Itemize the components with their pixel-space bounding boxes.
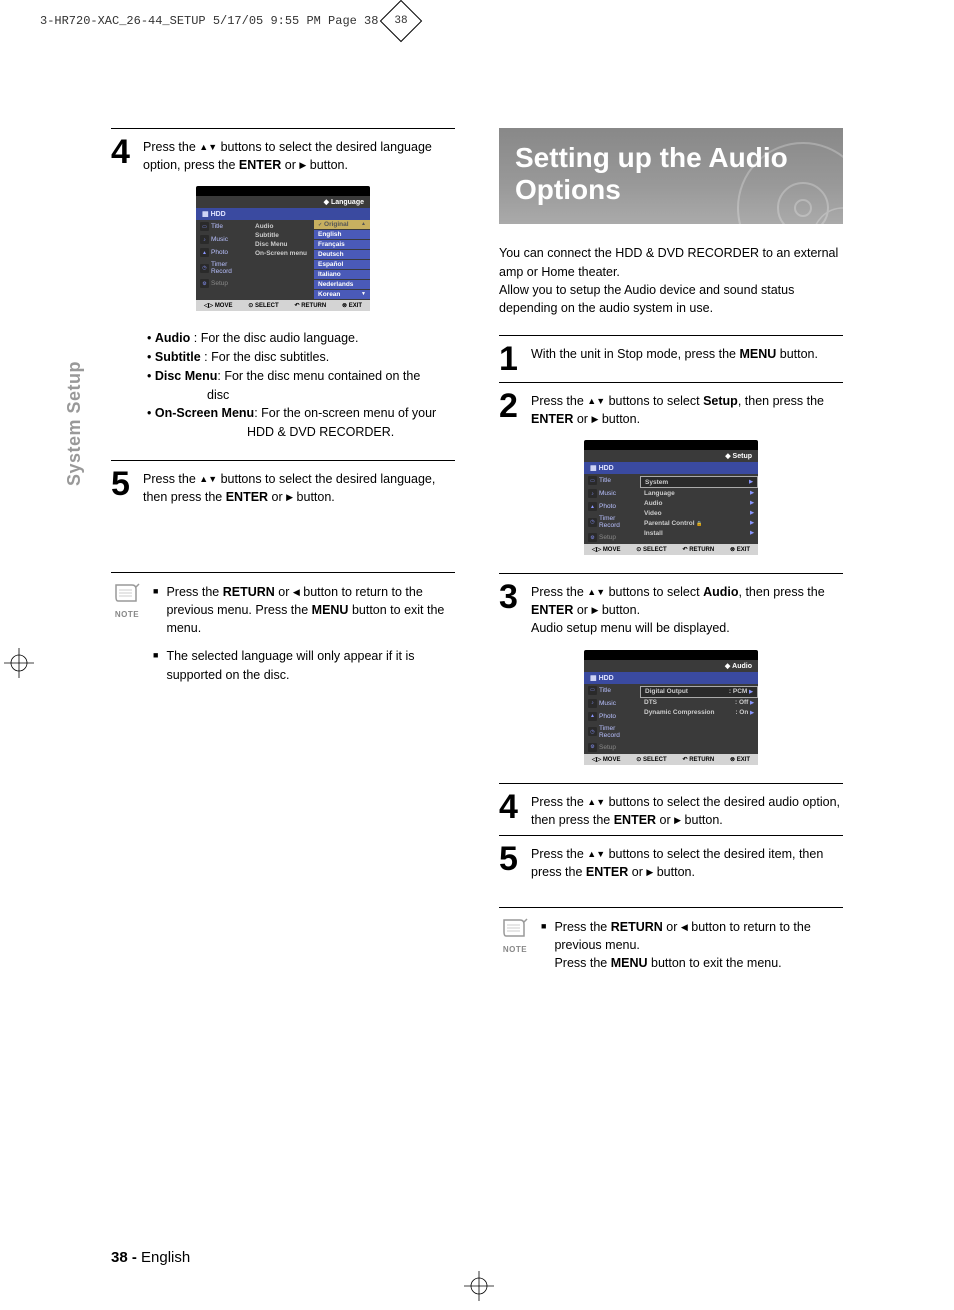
right-column: Setting up the Audio Options You can con… xyxy=(499,128,843,982)
rule xyxy=(111,572,455,573)
osd-audio-rows: Digital Output: PCM ▶ DTS: Off ▶ Dynamic… xyxy=(640,684,758,754)
osd-categories: Audio Subtitle Disc Menu On-Screen menu xyxy=(252,220,314,300)
left-icon: ◀ xyxy=(681,922,688,932)
step-3: 3 Press the ▲▼ buttons to select Audio, … xyxy=(499,580,843,637)
registration-mark-bottom xyxy=(464,1271,494,1306)
up-down-icon: ▲▼ xyxy=(199,474,217,484)
step-text: Press the ▲▼ buttons to select the desir… xyxy=(143,467,455,506)
up-down-icon: ▲▼ xyxy=(587,797,605,807)
up-down-icon: ▲▼ xyxy=(587,849,605,859)
osd-nav: ▭Title ♪Music ▲Photo ◷Timer Record ⚙Setu… xyxy=(196,220,252,300)
rule xyxy=(111,460,455,461)
page-footer: 38 - English xyxy=(111,1249,190,1266)
note-icon xyxy=(114,583,140,603)
up-down-icon: ▲▼ xyxy=(587,396,605,406)
registration-mark-left xyxy=(4,648,34,683)
osd-audio-menu: ◆ Audio ▦ HDD ▭Title ♪Music ▲Photo ◷Time… xyxy=(584,650,758,765)
step-number: 4 xyxy=(111,135,137,169)
section-title-block: Setting up the Audio Options xyxy=(499,128,843,224)
osd-setup-menu: ◆ Setup ▦ HDD ▭Title ♪Music ▲Photo ◷Time… xyxy=(584,440,758,555)
note-item: ■Press the RETURN or ◀ button to return … xyxy=(541,918,843,972)
osd-language-list: ✓ Original ▲ English Français Deutsch Es… xyxy=(314,220,370,300)
disc-graphic-icon xyxy=(733,138,843,224)
step-number: 5 xyxy=(111,467,137,501)
intro-text: You can connect the HDD & DVD RECORDER t… xyxy=(499,244,843,317)
osd-language-menu: ◆ Language ▦ HDD ▭Title ♪Music ▲Photo ◷T… xyxy=(196,186,370,311)
step-text: Press the ▲▼ buttons to select the desir… xyxy=(143,135,455,174)
osd-setup-list: System▶ Language▶ Audio▶ Video▶ Parental… xyxy=(640,474,758,544)
note-list: ■Press the RETURN or ◀ button to return … xyxy=(153,583,455,694)
step-5: 5 Press the ▲▼ buttons to select the des… xyxy=(111,467,455,506)
print-slug: 3-HR720-XAC_26-44_SETUP 5/17/05 9:55 PM … xyxy=(40,6,416,36)
osd-footer: ◁▷ MOVE ⊙ SELECT ↶ RETURN ⊗ EXIT xyxy=(196,300,370,311)
note-block-right: NOTE ■Press the RETURN or ◀ button to re… xyxy=(499,918,843,982)
step-1: 1 With the unit in Stop mode, press the … xyxy=(499,342,843,376)
note-block: NOTE ■Press the RETURN or ◀ button to re… xyxy=(111,583,455,694)
step-4: 4 Press the ▲▼ buttons to select the des… xyxy=(111,135,455,174)
step-2: 2 Press the ▲▼ buttons to select Setup, … xyxy=(499,389,843,428)
note-item: ■The selected language will only appear … xyxy=(153,647,455,683)
step-4-right: 4 Press the ▲▼ buttons to select the des… xyxy=(499,790,843,829)
side-section-tab: System Setup xyxy=(64,346,85,486)
step-5-right: 5 Press the ▲▼ buttons to select the des… xyxy=(499,842,843,881)
left-icon: ◀ xyxy=(293,587,300,597)
up-down-icon: ▲▼ xyxy=(199,142,217,152)
up-down-icon: ▲▼ xyxy=(587,587,605,597)
left-column: 4 Press the ▲▼ buttons to select the des… xyxy=(111,128,455,694)
note-label: NOTE xyxy=(111,610,143,619)
definitions-list: • Audio : For the disc audio language. •… xyxy=(147,329,455,442)
page-crop-diamond: 38 xyxy=(380,0,422,42)
note-item: ■Press the RETURN or ◀ button to return … xyxy=(153,583,455,637)
note-icon xyxy=(502,918,528,938)
print-slug-text: 3-HR720-XAC_26-44_SETUP 5/17/05 9:55 PM … xyxy=(40,14,378,28)
rule xyxy=(111,128,455,129)
